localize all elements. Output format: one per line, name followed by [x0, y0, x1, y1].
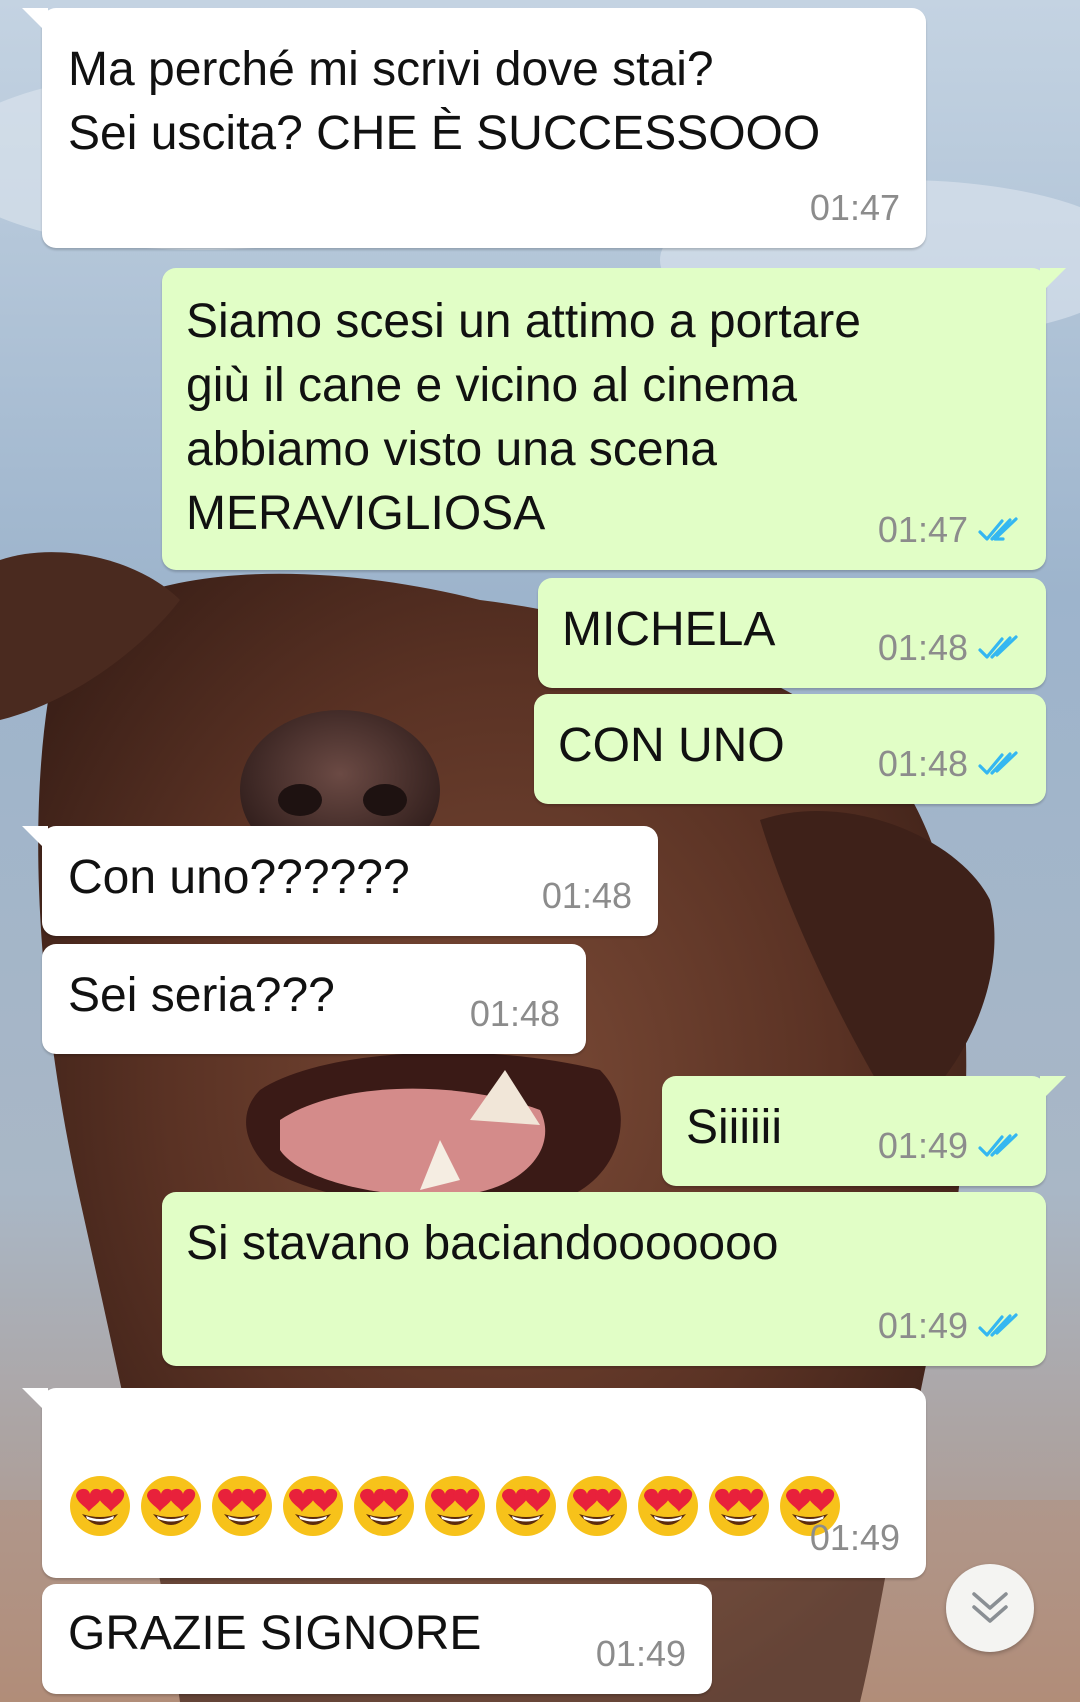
chat-message-list[interactable]: Ma perché mi scrivi dove stai? Sei uscit…	[0, 0, 1080, 1702]
heart-eyes-emoji	[567, 1476, 627, 1536]
message-meta: 01:48	[470, 994, 560, 1034]
heart-eyes-emoji	[212, 1476, 272, 1536]
message-meta: 01:49	[596, 1634, 686, 1674]
outgoing-message[interactable]: Siiiiii 01:49	[662, 1076, 1066, 1186]
message-meta: 01:47	[878, 510, 1024, 550]
message-text: Con uno??????	[68, 851, 410, 904]
message-time: 01:49	[809, 1517, 900, 1558]
message-text: Sei seria???	[68, 969, 335, 1022]
outgoing-message[interactable]: MICHELA 01:48	[538, 578, 1046, 688]
message-time: 01:49	[877, 1125, 968, 1166]
outgoing-message[interactable]: CON UNO 01:48	[534, 694, 1046, 804]
message-meta: 01:48	[878, 628, 1024, 668]
double-check-icon	[978, 751, 1018, 775]
message-text: Si stavano baciandooooooo	[186, 1217, 779, 1270]
message-time: 01:49	[877, 1305, 968, 1346]
heart-eyes-emoji	[70, 1476, 130, 1536]
heart-eyes-emoji	[709, 1476, 769, 1536]
message-time: 01:48	[877, 627, 968, 668]
outgoing-message[interactable]: Siamo scesi un attimo a portare giù il c…	[162, 268, 1066, 570]
scroll-to-bottom-button[interactable]	[946, 1564, 1034, 1652]
incoming-message[interactable]: Ma perché mi scrivi dove stai? Sei uscit…	[22, 8, 926, 248]
bubble-tail	[22, 8, 48, 34]
message-time: 01:47	[809, 187, 900, 228]
message-time: 01:47	[877, 509, 968, 550]
double-check-icon	[978, 635, 1018, 659]
incoming-message[interactable]: Con uno?????? 01:48	[22, 826, 658, 936]
message-text: GRAZIE SIGNORE	[68, 1607, 482, 1660]
message-time: 01:48	[877, 743, 968, 784]
incoming-message[interactable]: GRAZIE SIGNORE 01:49	[42, 1584, 712, 1694]
double-check-icon	[978, 1133, 1018, 1157]
bubble-tail	[22, 1388, 48, 1414]
message-text: Ma perché mi scrivi dove stai? Sei uscit…	[68, 43, 821, 160]
message-meta: 01:49	[810, 1518, 900, 1558]
message-text: Siiiiii	[686, 1101, 782, 1154]
double-check-icon	[978, 517, 1018, 541]
message-meta: 01:47	[810, 188, 900, 228]
message-meta: 01:48	[542, 876, 632, 916]
bubble-tail	[22, 826, 48, 852]
heart-eyes-emoji	[283, 1476, 343, 1536]
message-text: CON UNO	[558, 719, 785, 772]
message-time: 01:49	[595, 1633, 686, 1674]
double-check-icon	[978, 1313, 1018, 1337]
message-time: 01:48	[469, 993, 560, 1034]
emoji-row	[68, 1474, 842, 1538]
heart-eyes-emoji	[496, 1476, 556, 1536]
incoming-message[interactable]: 01:49	[22, 1388, 926, 1670]
message-time: 01:48	[541, 875, 632, 916]
message-meta: 01:49	[878, 1306, 1024, 1346]
message-text: MICHELA	[562, 603, 776, 656]
message-meta: 01:49	[878, 1126, 1024, 1166]
heart-eyes-emoji	[638, 1476, 698, 1536]
heart-eyes-emoji	[354, 1476, 414, 1536]
outgoing-message[interactable]: Si stavano baciandooooooo 01:49	[162, 1192, 1046, 1366]
incoming-message[interactable]: Sei seria??? 01:48	[42, 944, 586, 1054]
message-meta: 01:48	[878, 744, 1024, 784]
message-text: Siamo scesi un attimo a portare giù il c…	[186, 295, 861, 540]
heart-eyes-emoji	[425, 1476, 485, 1536]
heart-eyes-emoji	[141, 1476, 201, 1536]
bubble-tail	[1040, 268, 1066, 294]
bubble-tail	[1040, 1076, 1066, 1102]
chevron-double-down-icon	[972, 1592, 1008, 1623]
